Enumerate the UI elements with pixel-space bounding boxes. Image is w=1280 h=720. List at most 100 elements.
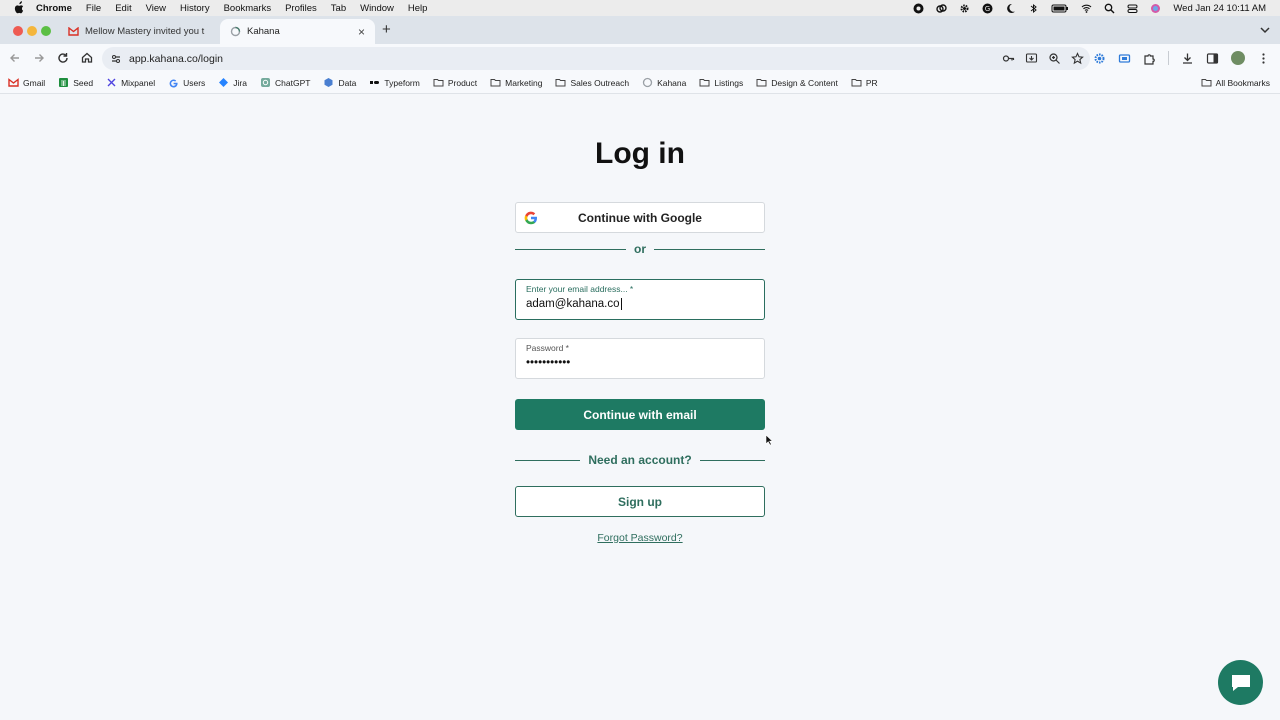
gear-icon[interactable] bbox=[959, 3, 970, 14]
install-app-icon[interactable] bbox=[1025, 52, 1038, 65]
bookmark-label: Mixpanel bbox=[121, 77, 156, 88]
profile-avatar[interactable] bbox=[1231, 51, 1245, 65]
password-label: Password * bbox=[526, 343, 569, 353]
menu-edit[interactable]: Edit bbox=[115, 3, 131, 14]
address-bar[interactable]: app.kahana.co/login bbox=[102, 47, 1090, 70]
home-icon[interactable] bbox=[80, 51, 94, 65]
spotlight-search-icon[interactable] bbox=[1104, 3, 1115, 14]
all-bookmarks[interactable]: All Bookmarks bbox=[1201, 77, 1270, 88]
battery-icon[interactable] bbox=[1051, 3, 1069, 14]
menu-bookmarks[interactable]: Bookmarks bbox=[224, 3, 272, 14]
chat-bubble-icon bbox=[1231, 674, 1250, 691]
key-icon[interactable] bbox=[1002, 52, 1015, 65]
password-field[interactable]: Password * ••••••••••• bbox=[515, 338, 765, 379]
menu-file[interactable]: File bbox=[86, 3, 101, 14]
password-input[interactable]: ••••••••••• bbox=[526, 357, 570, 369]
menu-history[interactable]: History bbox=[180, 3, 210, 14]
bluetooth-icon[interactable] bbox=[1028, 3, 1039, 14]
close-window-button[interactable] bbox=[13, 26, 23, 36]
control-center-icon[interactable] bbox=[1127, 3, 1138, 14]
moon-icon[interactable] bbox=[1005, 3, 1016, 14]
bookmark-seed[interactable]: Seed bbox=[58, 77, 93, 88]
menu-profiles[interactable]: Profiles bbox=[285, 3, 317, 14]
bookmark-label: Design & Content bbox=[771, 77, 838, 88]
folder-icon bbox=[490, 79, 501, 87]
tab-kahana[interactable]: Kahana × bbox=[220, 19, 375, 44]
forward-arrow-icon[interactable] bbox=[32, 51, 46, 65]
divider-line bbox=[515, 248, 626, 250]
url-text: app.kahana.co/login bbox=[129, 52, 223, 65]
close-tab-icon[interactable]: × bbox=[358, 25, 365, 39]
bookmark-mixpanel[interactable]: Mixpanel bbox=[106, 77, 155, 88]
menu-view[interactable]: View bbox=[146, 3, 166, 14]
reload-icon[interactable] bbox=[56, 51, 70, 65]
bookmark-label: Sales Outreach bbox=[570, 77, 630, 88]
kebab-menu-icon[interactable] bbox=[1257, 52, 1270, 65]
chat-support-button[interactable] bbox=[1218, 660, 1263, 705]
wifi-icon[interactable] bbox=[1081, 3, 1092, 14]
gmail-icon bbox=[8, 78, 19, 87]
minimize-window-button[interactable] bbox=[27, 26, 37, 36]
menu-window[interactable]: Window bbox=[360, 3, 394, 14]
continue-with-email-button[interactable]: Continue with email bbox=[515, 399, 765, 430]
bookmark-product[interactable]: Product bbox=[433, 77, 477, 88]
bookmark-kahana[interactable]: Kahana bbox=[642, 77, 686, 88]
tab-strip: Mellow Mastery invited you t Kahana × + bbox=[0, 16, 1280, 44]
bookmark-listings[interactable]: Listings bbox=[699, 77, 743, 88]
bookmark-pr[interactable]: PR bbox=[851, 77, 878, 88]
new-tab-button[interactable]: + bbox=[382, 21, 391, 38]
continue-with-email-label: Continue with email bbox=[583, 407, 697, 422]
email-input[interactable]: adam@kahana.co bbox=[526, 298, 622, 310]
download-icon[interactable] bbox=[1181, 52, 1194, 65]
google-logo-icon bbox=[524, 211, 537, 225]
divider-line bbox=[699, 459, 766, 461]
bookmark-chatgpt[interactable]: ChatGPT bbox=[260, 77, 310, 88]
side-panel-icon[interactable] bbox=[1206, 52, 1219, 65]
bookmark-sales-outreach[interactable]: Sales Outreach bbox=[555, 77, 629, 88]
tab-gmail[interactable]: Mellow Mastery invited you t bbox=[58, 19, 216, 44]
tab-title: Mellow Mastery invited you t bbox=[85, 26, 205, 37]
menu-help[interactable]: Help bbox=[408, 3, 428, 14]
bookmark-users[interactable]: Users bbox=[168, 77, 205, 88]
bookmark-marketing[interactable]: Marketing bbox=[490, 77, 542, 88]
siri-icon[interactable] bbox=[1150, 3, 1161, 14]
jira-icon bbox=[219, 78, 229, 87]
continue-with-google-button[interactable]: Continue with Google bbox=[515, 202, 765, 233]
menu-tab[interactable]: Tab bbox=[331, 3, 346, 14]
back-arrow-icon[interactable] bbox=[8, 51, 22, 65]
record-icon[interactable] bbox=[913, 3, 924, 14]
email-field[interactable]: Enter your email address... * adam@kahan… bbox=[515, 279, 765, 320]
folder-icon bbox=[851, 79, 862, 87]
bookmark-gmail[interactable]: Gmail bbox=[8, 77, 45, 88]
gmail-icon bbox=[68, 27, 79, 36]
sheets-icon bbox=[59, 78, 69, 87]
email-label: Enter your email address... * bbox=[526, 284, 634, 294]
menubar-clock: Wed Jan 24 10:11 AM bbox=[1173, 2, 1266, 14]
bookmark-design-content[interactable]: Design & Content bbox=[756, 77, 838, 88]
zoom-window-button[interactable] bbox=[41, 26, 51, 36]
creative-cloud-icon[interactable] bbox=[936, 3, 948, 14]
all-bookmarks-label: All Bookmarks bbox=[1215, 77, 1270, 88]
folder-icon bbox=[433, 79, 444, 87]
site-settings-icon[interactable] bbox=[110, 53, 122, 65]
kahana-icon bbox=[642, 77, 653, 88]
star-icon[interactable] bbox=[1071, 52, 1084, 65]
forgot-password-link[interactable]: Forgot Password? bbox=[0, 532, 1280, 544]
extensions-puzzle-icon[interactable] bbox=[1143, 52, 1156, 65]
mouse-pointer-icon bbox=[765, 434, 773, 446]
menu-app-name[interactable]: Chrome bbox=[36, 3, 72, 14]
chevron-down-icon[interactable] bbox=[1258, 23, 1272, 37]
grammarly-icon[interactable]: G bbox=[982, 3, 993, 14]
extension-gear-icon[interactable] bbox=[1093, 52, 1106, 65]
bookmark-label: Data bbox=[338, 77, 357, 88]
bookmark-jira[interactable]: Jira bbox=[218, 77, 247, 88]
bookmark-typeform[interactable]: Typeform bbox=[369, 77, 420, 88]
extension-screen-icon[interactable] bbox=[1118, 52, 1131, 65]
apple-icon[interactable] bbox=[12, 1, 26, 15]
sign-up-button[interactable]: Sign up bbox=[515, 486, 765, 517]
bookmark-data[interactable]: Data bbox=[323, 77, 356, 88]
folder-icon bbox=[555, 79, 566, 87]
bookmark-label: Product bbox=[447, 77, 478, 88]
zoom-icon[interactable] bbox=[1048, 52, 1061, 65]
bookmark-label: Gmail bbox=[23, 77, 46, 88]
